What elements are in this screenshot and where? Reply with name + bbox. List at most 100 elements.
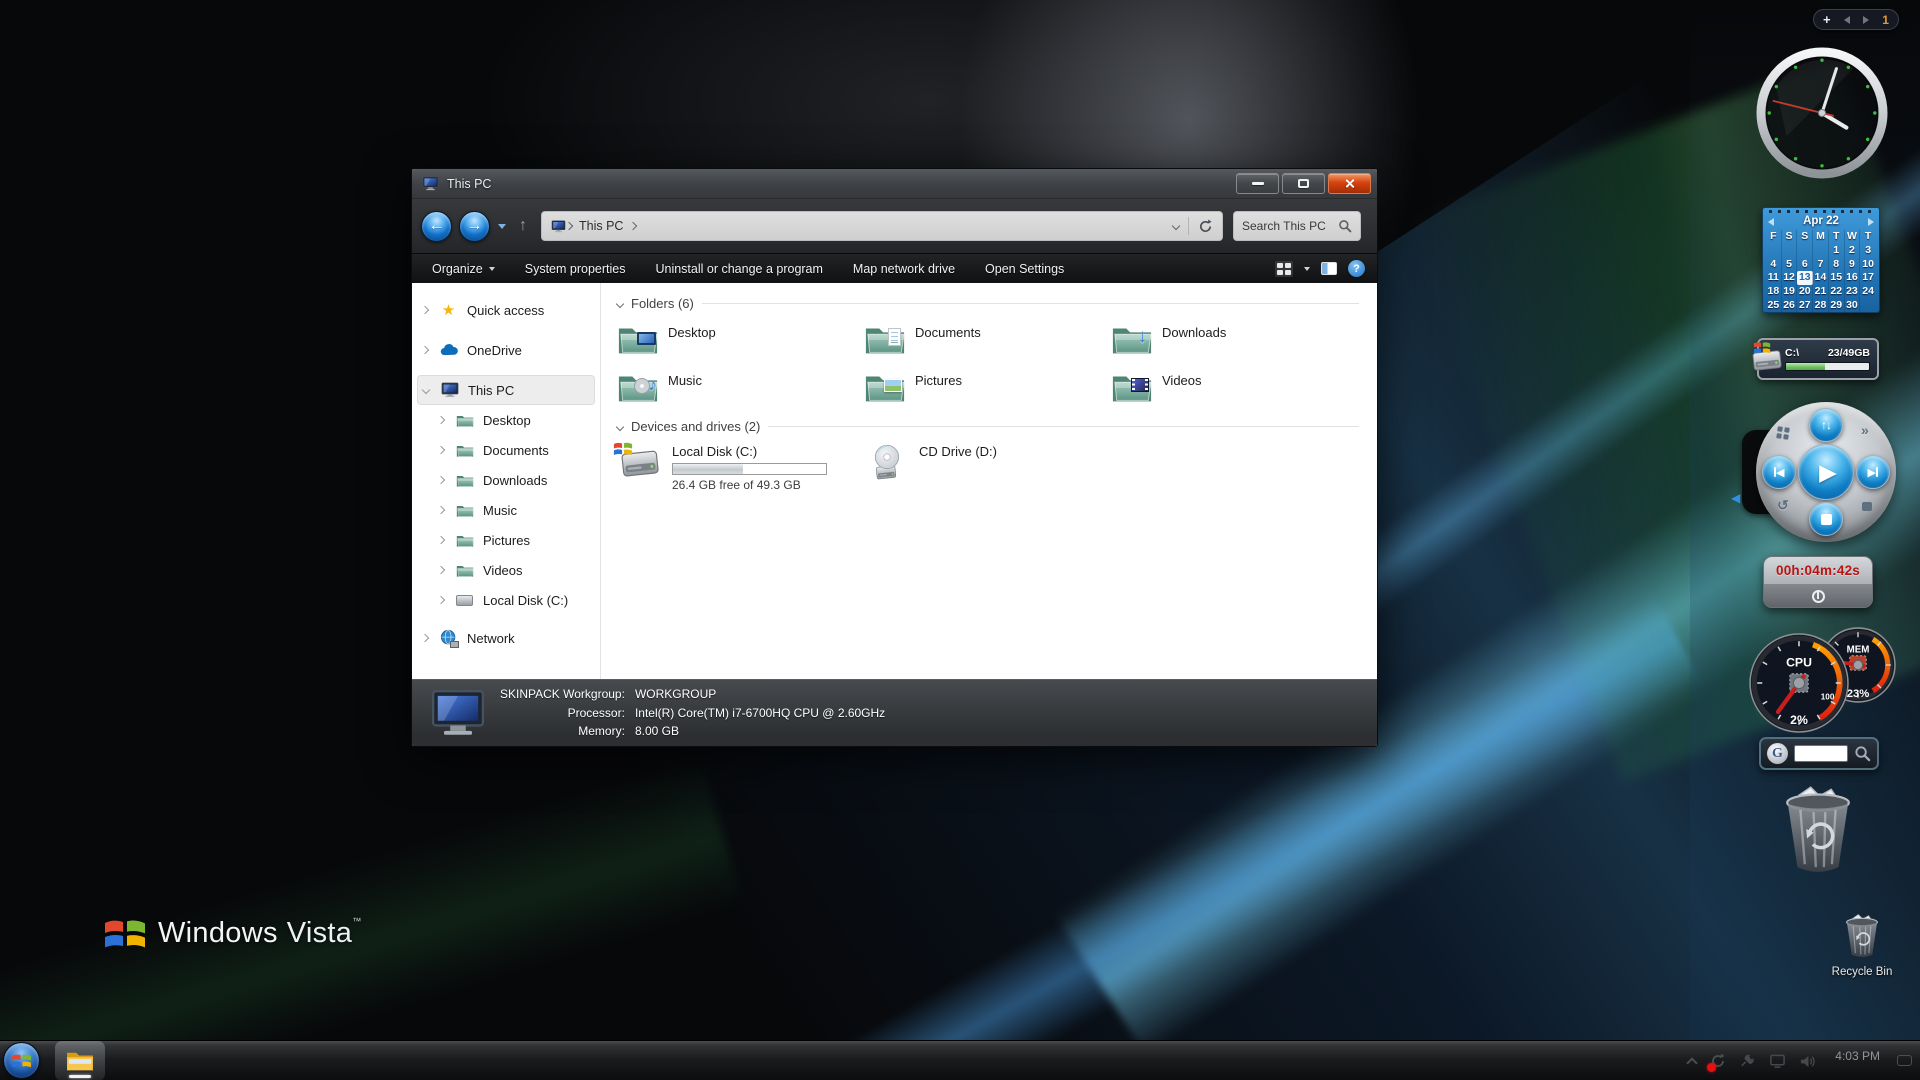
collapse-icon[interactable] bbox=[615, 422, 625, 431]
next-track-button[interactable]: ▶ bbox=[1856, 455, 1890, 489]
previous-month-icon[interactable] bbox=[1768, 218, 1774, 226]
media-folder-icon[interactable] bbox=[1862, 502, 1872, 511]
search-gadget[interactable]: G bbox=[1759, 737, 1879, 770]
folder-item-videos[interactable]: Videos bbox=[1111, 369, 1358, 405]
breadcrumb-chevron-icon[interactable] bbox=[564, 221, 574, 231]
map-network-drive-button[interactable]: Map network drive bbox=[853, 262, 955, 276]
power-icon[interactable] bbox=[1811, 590, 1825, 603]
uninstall-program-button[interactable]: Uninstall or change a program bbox=[655, 262, 822, 276]
clock-time[interactable]: 4:03 PM bbox=[1835, 1049, 1880, 1063]
previous-track-button[interactable]: ◀ bbox=[1762, 455, 1796, 489]
open-settings-button[interactable]: Open Settings bbox=[985, 262, 1064, 276]
folders-section-header[interactable]: Folders (6) bbox=[615, 296, 1359, 311]
sidebar-item-downloads[interactable]: Downloads bbox=[412, 465, 600, 495]
drive-item-local-disk[interactable]: Local Disk (C:) 26.4 GB free of 49.3 GB bbox=[617, 444, 864, 492]
media-forward-icon[interactable]: » bbox=[1861, 422, 1869, 438]
power-plug-tray-icon[interactable] bbox=[1739, 1053, 1756, 1070]
update-tray-icon[interactable] bbox=[1707, 1053, 1726, 1072]
shuffle-button[interactable]: ↑↓ bbox=[1809, 408, 1843, 442]
change-view-icon[interactable] bbox=[1275, 260, 1293, 277]
recent-pages-dropdown[interactable] bbox=[498, 223, 506, 229]
organize-button[interactable]: Organize bbox=[432, 262, 495, 276]
expander-icon[interactable] bbox=[436, 445, 446, 455]
gadget-search-input[interactable] bbox=[1794, 745, 1848, 762]
calendar-gadget[interactable]: Apr 22 F S S M T W T 1 2 3 4 5 6 7 8 9 1… bbox=[1762, 207, 1880, 313]
folder-item-desktop[interactable]: Desktop bbox=[617, 321, 864, 357]
folder-item-pictures[interactable]: Pictures bbox=[864, 369, 1111, 405]
repeat-icon[interactable]: ↺ bbox=[1777, 497, 1789, 514]
uptime-timer-gadget[interactable]: 00h:04m:42s bbox=[1763, 556, 1873, 608]
expander-icon[interactable] bbox=[421, 385, 431, 395]
breadcrumb-chevron-icon[interactable] bbox=[629, 221, 638, 231]
folder-item-music[interactable]: ♪ Music bbox=[617, 369, 864, 405]
preview-pane-icon[interactable] bbox=[1321, 262, 1337, 275]
drive-item-cd[interactable]: CD Drive (D:) bbox=[864, 444, 1111, 492]
close-button[interactable] bbox=[1328, 173, 1371, 194]
search-input[interactable] bbox=[1242, 219, 1338, 233]
next-month-icon[interactable] bbox=[1868, 218, 1874, 226]
forward-button[interactable]: → bbox=[459, 210, 490, 242]
play-button[interactable]: ▶ bbox=[1798, 444, 1854, 500]
search-icon[interactable] bbox=[1854, 745, 1871, 762]
minimize-button[interactable] bbox=[1236, 173, 1279, 194]
previous-page-icon[interactable] bbox=[1843, 15, 1850, 24]
expander-icon[interactable] bbox=[436, 505, 446, 515]
volume-tray-icon[interactable] bbox=[1799, 1053, 1816, 1070]
cpu-gauge-gadget[interactable]: CPU 100 2% bbox=[1748, 632, 1850, 734]
address-dropdown-icon[interactable] bbox=[1171, 221, 1181, 231]
recycle-bin-gadget[interactable] bbox=[1774, 782, 1862, 881]
sidebar-item-network[interactable]: Network bbox=[412, 623, 600, 653]
drive-meter-gadget[interactable]: C:\ 23/49GB bbox=[1757, 338, 1879, 380]
sidebar-item-desktop[interactable]: Desktop bbox=[412, 405, 600, 435]
desktop-icon-recycle-bin[interactable]: Recycle Bin bbox=[1824, 912, 1900, 978]
folder-label: Pictures bbox=[915, 373, 962, 388]
up-button[interactable]: ↑ bbox=[519, 218, 527, 234]
clock-gadget[interactable] bbox=[1756, 47, 1888, 179]
start-button[interactable] bbox=[3, 1042, 40, 1079]
views-dropdown-icon[interactable] bbox=[1304, 266, 1310, 271]
refresh-icon[interactable] bbox=[1198, 219, 1213, 234]
sidebar-item-quick-access[interactable]: ★ Quick access bbox=[412, 295, 600, 325]
devices-section-header[interactable]: Devices and drives (2) bbox=[615, 419, 1359, 434]
expander-icon[interactable] bbox=[420, 305, 430, 315]
sidebar-item-documents[interactable]: Documents bbox=[412, 435, 600, 465]
expander-icon[interactable] bbox=[436, 475, 446, 485]
add-gadget-button[interactable]: + bbox=[1823, 13, 1831, 26]
display-tray-icon[interactable] bbox=[1769, 1053, 1786, 1070]
expander-icon[interactable] bbox=[436, 595, 446, 605]
expander-icon[interactable] bbox=[436, 565, 446, 575]
day-cell: 18 bbox=[1766, 285, 1782, 299]
title-bar[interactable]: This PC bbox=[412, 169, 1377, 199]
sidebar-item-this-pc[interactable]: This PC bbox=[417, 375, 595, 405]
show-hidden-icons-button[interactable] bbox=[1686, 1057, 1698, 1069]
computer-icon bbox=[430, 688, 486, 738]
sidebar-item-local-disk[interactable]: Local Disk (C:) bbox=[412, 585, 600, 615]
expander-icon[interactable] bbox=[436, 535, 446, 545]
search-icon[interactable] bbox=[1338, 219, 1352, 233]
drive-usage-bar bbox=[1785, 362, 1870, 371]
sidebar-item-videos[interactable]: Videos bbox=[412, 555, 600, 585]
back-button[interactable]: ← bbox=[421, 210, 452, 242]
next-page-icon[interactable] bbox=[1863, 15, 1870, 24]
sidebar-item-music[interactable]: Music bbox=[412, 495, 600, 525]
expander-icon[interactable] bbox=[420, 345, 430, 355]
breadcrumb-this-pc[interactable]: This PC bbox=[579, 219, 623, 233]
system-properties-button[interactable]: System properties bbox=[525, 262, 626, 276]
sidebar-label: This PC bbox=[468, 382, 515, 398]
media-library-icon[interactable] bbox=[1776, 426, 1790, 440]
sidebar-item-pictures[interactable]: Pictures bbox=[412, 525, 600, 555]
folder-item-downloads[interactable]: ↓ Downloads bbox=[1111, 321, 1358, 357]
stop-button[interactable] bbox=[1809, 502, 1843, 536]
day-cell bbox=[1813, 243, 1829, 258]
address-bar[interactable]: This PC bbox=[541, 211, 1223, 241]
taskbar-item-file-explorer[interactable] bbox=[55, 1041, 105, 1080]
help-icon[interactable]: ? bbox=[1348, 260, 1365, 277]
expander-icon[interactable] bbox=[436, 415, 446, 425]
show-desktop-button[interactable] bbox=[1897, 1054, 1912, 1066]
folder-item-documents[interactable]: Documents bbox=[864, 321, 1111, 357]
maximize-button[interactable] bbox=[1282, 173, 1325, 194]
collapse-icon[interactable] bbox=[615, 299, 625, 308]
expander-icon[interactable] bbox=[420, 633, 430, 643]
sidebar-item-onedrive[interactable]: OneDrive bbox=[412, 335, 600, 365]
search-box[interactable] bbox=[1233, 211, 1361, 241]
